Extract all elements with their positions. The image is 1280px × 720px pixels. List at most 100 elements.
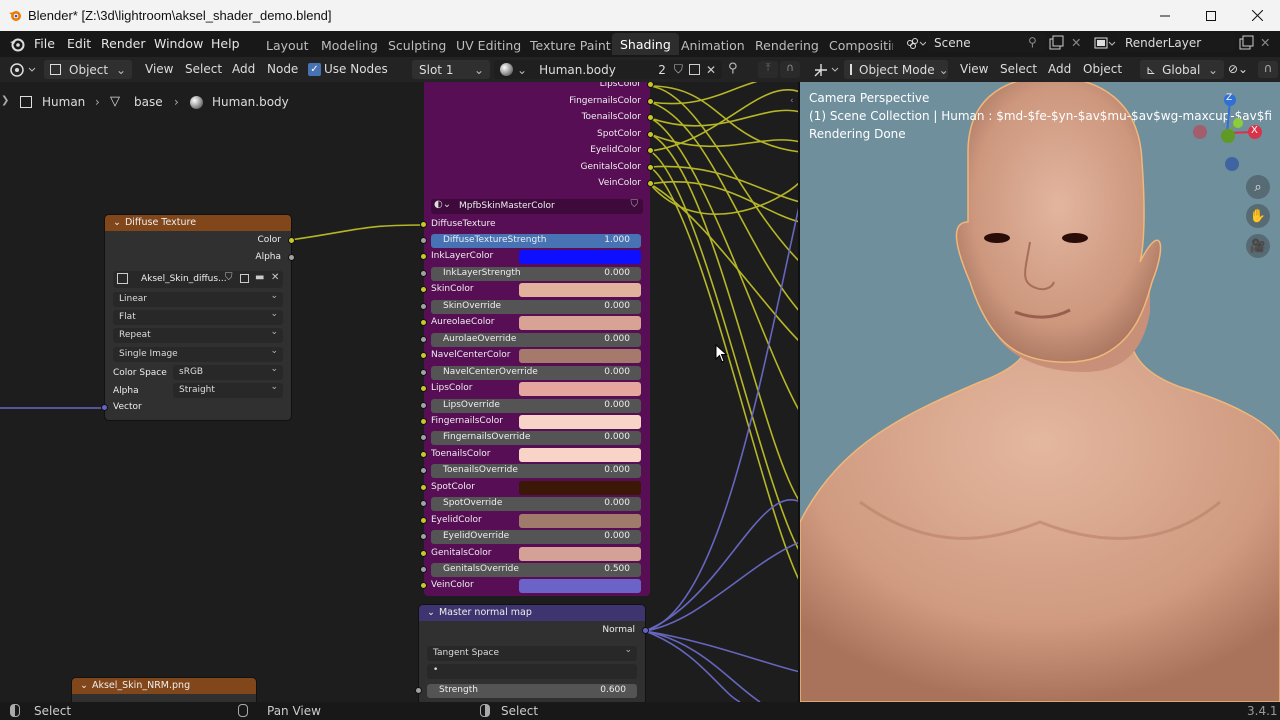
maximize-button[interactable] bbox=[1188, 0, 1234, 31]
fake-user-shield-icon[interactable]: ⛉ bbox=[674, 62, 683, 77]
value-slider[interactable]: ToenailsOverride 0.000 bbox=[431, 464, 641, 479]
pivot-icon[interactable]: ⊘⌄ bbox=[1228, 62, 1248, 76]
open-folder-icon[interactable]: ▬ bbox=[255, 272, 264, 283]
value-input-socket[interactable] bbox=[420, 467, 427, 475]
value-slider[interactable]: AurolaeOverride 0.000 bbox=[431, 332, 641, 347]
output-color-socket[interactable] bbox=[288, 237, 295, 244]
tab-modeling[interactable]: Modeling bbox=[321, 38, 378, 53]
value-input-socket[interactable] bbox=[420, 302, 427, 310]
color-swatch[interactable] bbox=[519, 283, 641, 298]
menu-select[interactable]: Select bbox=[185, 62, 222, 76]
color-swatch[interactable] bbox=[519, 382, 641, 397]
color-swatch[interactable] bbox=[519, 349, 641, 364]
color-swatch[interactable] bbox=[519, 414, 641, 429]
scene-icon[interactable] bbox=[904, 35, 927, 53]
material-users-count[interactable]: 2 bbox=[658, 63, 666, 77]
color-input-socket[interactable] bbox=[420, 450, 427, 458]
viewport-menu-select[interactable]: Select bbox=[1000, 62, 1037, 76]
value-input-socket[interactable] bbox=[420, 500, 427, 508]
new-view-layer-icon[interactable] bbox=[1238, 35, 1254, 51]
menu-view[interactable]: View bbox=[145, 62, 173, 76]
color-swatch[interactable] bbox=[519, 480, 641, 495]
value-input-socket[interactable] bbox=[420, 368, 427, 376]
viewport-menu-add[interactable]: Add bbox=[1048, 62, 1071, 76]
menu-node[interactable]: Node bbox=[267, 62, 298, 76]
normal-map-header[interactable]: ⌄ Master normal map bbox=[419, 605, 645, 621]
pin-icon[interactable]: ⚲ bbox=[1028, 35, 1037, 49]
menu-window[interactable]: Window bbox=[154, 36, 203, 51]
fake-user-shield-icon[interactable]: ⛉ bbox=[631, 199, 639, 210]
color-swatch[interactable] bbox=[519, 316, 641, 331]
editor-type-3d-icon[interactable] bbox=[812, 61, 842, 79]
collapse-chevron-icon[interactable]: ⌄ bbox=[80, 680, 88, 691]
value-input-socket[interactable] bbox=[420, 566, 427, 573]
color-swatch[interactable] bbox=[519, 513, 641, 528]
view-layer-field[interactable]: RenderLayer bbox=[1119, 33, 1235, 52]
group-output-socket[interactable] bbox=[647, 163, 654, 171]
duplicate-material-icon[interactable] bbox=[688, 64, 700, 75]
color-input-socket[interactable] bbox=[420, 549, 427, 557]
close-button[interactable] bbox=[1234, 0, 1280, 31]
unlink-material-icon[interactable]: ✕ bbox=[706, 63, 716, 77]
tab-compositing[interactable]: Compositing bbox=[829, 38, 893, 53]
extension-dropdown[interactable]: Repeat bbox=[113, 327, 283, 343]
minimize-button[interactable] bbox=[1142, 0, 1188, 31]
slot-dropdown[interactable]: Slot 1 ⌄ bbox=[412, 60, 490, 79]
zoom-icon[interactable]: ⌕ bbox=[1246, 175, 1270, 199]
color-input-socket[interactable] bbox=[420, 483, 427, 491]
tab-animation[interactable]: Animation bbox=[681, 38, 745, 53]
value-slider[interactable]: SpotOverride 0.000 bbox=[431, 497, 641, 512]
diffuse-texture-header[interactable]: ⌄ Diffuse Texture bbox=[105, 215, 291, 231]
source-dropdown[interactable]: Single Image bbox=[113, 346, 283, 362]
color-input-socket[interactable] bbox=[420, 253, 427, 261]
color-input-socket[interactable] bbox=[420, 352, 427, 360]
menu-add[interactable]: Add bbox=[232, 62, 255, 76]
delete-view-layer-icon[interactable]: ✕ bbox=[1260, 35, 1270, 50]
color-input-socket[interactable] bbox=[420, 286, 427, 294]
master-normal-map-node[interactable]: ⌄ Master normal map Normal Tangent Space … bbox=[415, 605, 649, 702]
collapse-chevron-icon[interactable]: ⌄ bbox=[113, 217, 121, 228]
color-swatch[interactable] bbox=[519, 250, 641, 265]
group-output-socket[interactable] bbox=[647, 97, 654, 105]
blender-menu-icon[interactable] bbox=[9, 36, 25, 52]
projection-dropdown[interactable]: Flat bbox=[113, 309, 283, 325]
material-selector[interactable]: ⌄ Human.body 2 ⛉ ✕ bbox=[494, 60, 722, 79]
normal-texture-node[interactable]: ⌄ Aksel_Skin_NRM.png bbox=[72, 678, 256, 702]
color-input-socket[interactable] bbox=[420, 385, 427, 393]
value-slider[interactable]: NavelCenterOverride 0.000 bbox=[431, 365, 641, 380]
color-space-dropdown[interactable]: sRGB bbox=[173, 364, 283, 380]
new-scene-icon[interactable] bbox=[1048, 35, 1064, 51]
color-swatch[interactable] bbox=[519, 447, 641, 462]
color-input-socket[interactable] bbox=[420, 582, 427, 590]
fake-user-shield-icon[interactable]: ⛉ bbox=[225, 272, 233, 283]
tab-sculpting[interactable]: Sculpting bbox=[388, 38, 446, 53]
snap-magnet-icon[interactable]: ∩ bbox=[1258, 61, 1278, 78]
menu-render[interactable]: Render bbox=[101, 36, 146, 51]
value-input-socket[interactable] bbox=[420, 533, 427, 541]
uv-map-field[interactable]: • bbox=[427, 664, 637, 679]
snap-icon[interactable]: ∩ bbox=[780, 61, 800, 78]
value-slider[interactable]: InkLayerStrength 0.000 bbox=[431, 266, 641, 281]
value-slider[interactable]: SkinOverride 0.000 bbox=[431, 299, 641, 314]
object-type-dropdown[interactable]: Object ⌄ bbox=[44, 60, 132, 79]
strength-input-socket[interactable] bbox=[415, 687, 422, 694]
group-output-socket[interactable] bbox=[647, 130, 654, 138]
strength-slider[interactable]: Strength 0.600 bbox=[427, 684, 637, 698]
tab-rendering[interactable]: Rendering bbox=[755, 38, 819, 53]
group-output-socket[interactable] bbox=[647, 114, 654, 121]
group-output-socket[interactable] bbox=[647, 180, 654, 187]
view-layer-icon[interactable] bbox=[1094, 36, 1116, 52]
value-slider[interactable]: DiffuseTextureStrength 1.000 bbox=[431, 234, 641, 248]
color-input-socket[interactable] bbox=[420, 516, 427, 524]
color-input-socket[interactable] bbox=[420, 417, 427, 425]
camera-view-icon[interactable]: 🎥 bbox=[1246, 234, 1270, 258]
skin-master-color-node[interactable]: LipsColor FingernailsColor ToenailsColor Sp… bbox=[420, 82, 654, 596]
tab-shading[interactable]: Shading bbox=[612, 33, 679, 55]
value-input-socket[interactable] bbox=[420, 335, 427, 343]
tab-uv-editing[interactable]: UV Editing bbox=[456, 38, 521, 53]
duplicate-image-icon[interactable] bbox=[240, 274, 249, 283]
collapse-chevron-icon[interactable]: ⌄ bbox=[427, 607, 435, 618]
delete-scene-icon[interactable]: ✕ bbox=[1071, 35, 1081, 50]
viewport-menu-object[interactable]: Object bbox=[1083, 62, 1122, 76]
value-slider[interactable]: LipsOverride 0.000 bbox=[431, 398, 641, 413]
